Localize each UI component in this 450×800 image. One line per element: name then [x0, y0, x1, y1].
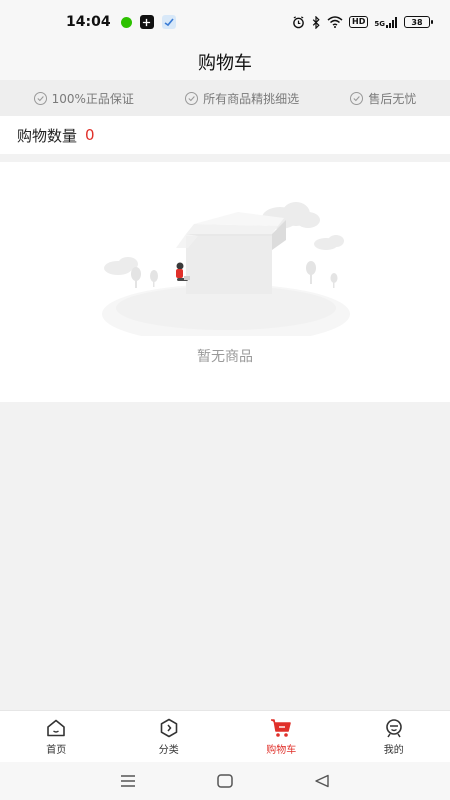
check-circle-icon [185, 91, 199, 105]
cart-count-value: 0 [85, 126, 95, 144]
home-icon [45, 717, 67, 739]
notification-icons [120, 15, 176, 29]
check-circle-icon [33, 91, 47, 105]
bluetooth-icon [312, 15, 320, 29]
empty-cart-text: 暂无商品 [197, 349, 253, 365]
profile-icon [383, 717, 405, 739]
battery-icon: 38 [404, 16, 433, 28]
guarantee-label: 售后无忧 [368, 91, 417, 106]
page-title: 购物车 [198, 53, 252, 74]
category-icon [158, 717, 180, 739]
cart-icon [270, 717, 292, 739]
status-time: 14:04 [66, 14, 111, 30]
guarantee-item: 所有商品精挑细选 [185, 90, 299, 107]
page-header: 购物车 [0, 44, 450, 80]
app-notification-icon [139, 15, 154, 29]
wifi-icon [327, 16, 343, 28]
menu-icon[interactable] [118, 771, 138, 791]
status-bar: 14:04 HD 5G 38 [0, 0, 450, 44]
wechat-icon [120, 16, 132, 28]
tab-profile[interactable]: 我的 [338, 711, 450, 762]
check-app-icon [161, 15, 176, 29]
cart-count-label: 购物数量 [17, 126, 78, 145]
bottom-tab-bar: 首页 分类 购物车 我的 [0, 710, 450, 762]
guarantee-item: 100%正品保证 [33, 90, 134, 107]
tab-label: 我的 [383, 745, 404, 756]
home-button-icon[interactable] [215, 771, 235, 791]
cart-count-row: 购物数量 0 [0, 116, 450, 154]
check-circle-icon [350, 91, 364, 105]
tab-label: 首页 [46, 745, 67, 756]
tab-cart[interactable]: 购物车 [225, 711, 338, 762]
tab-label: 分类 [158, 745, 179, 756]
empty-box-illustration [102, 202, 350, 336]
hd-badge: HD [349, 16, 369, 28]
alarm-icon [293, 15, 304, 28]
status-right-icons: HD 5G 38 [292, 15, 433, 29]
signal-icon: 5G [374, 16, 398, 28]
empty-cart-panel: 暂无商品 [0, 162, 450, 402]
tab-category[interactable]: 分类 [113, 711, 226, 762]
system-nav-bar [0, 762, 450, 800]
guarantee-item: 售后无忧 [350, 90, 416, 107]
tab-label: 购物车 [266, 745, 297, 756]
tab-home[interactable]: 首页 [0, 711, 113, 762]
back-icon[interactable] [312, 771, 332, 791]
guarantee-label: 所有商品精挑细选 [203, 91, 300, 106]
guarantee-label: 100%正品保证 [51, 91, 134, 106]
guarantee-bar: 100%正品保证 所有商品精挑细选 售后无忧 [0, 80, 450, 116]
